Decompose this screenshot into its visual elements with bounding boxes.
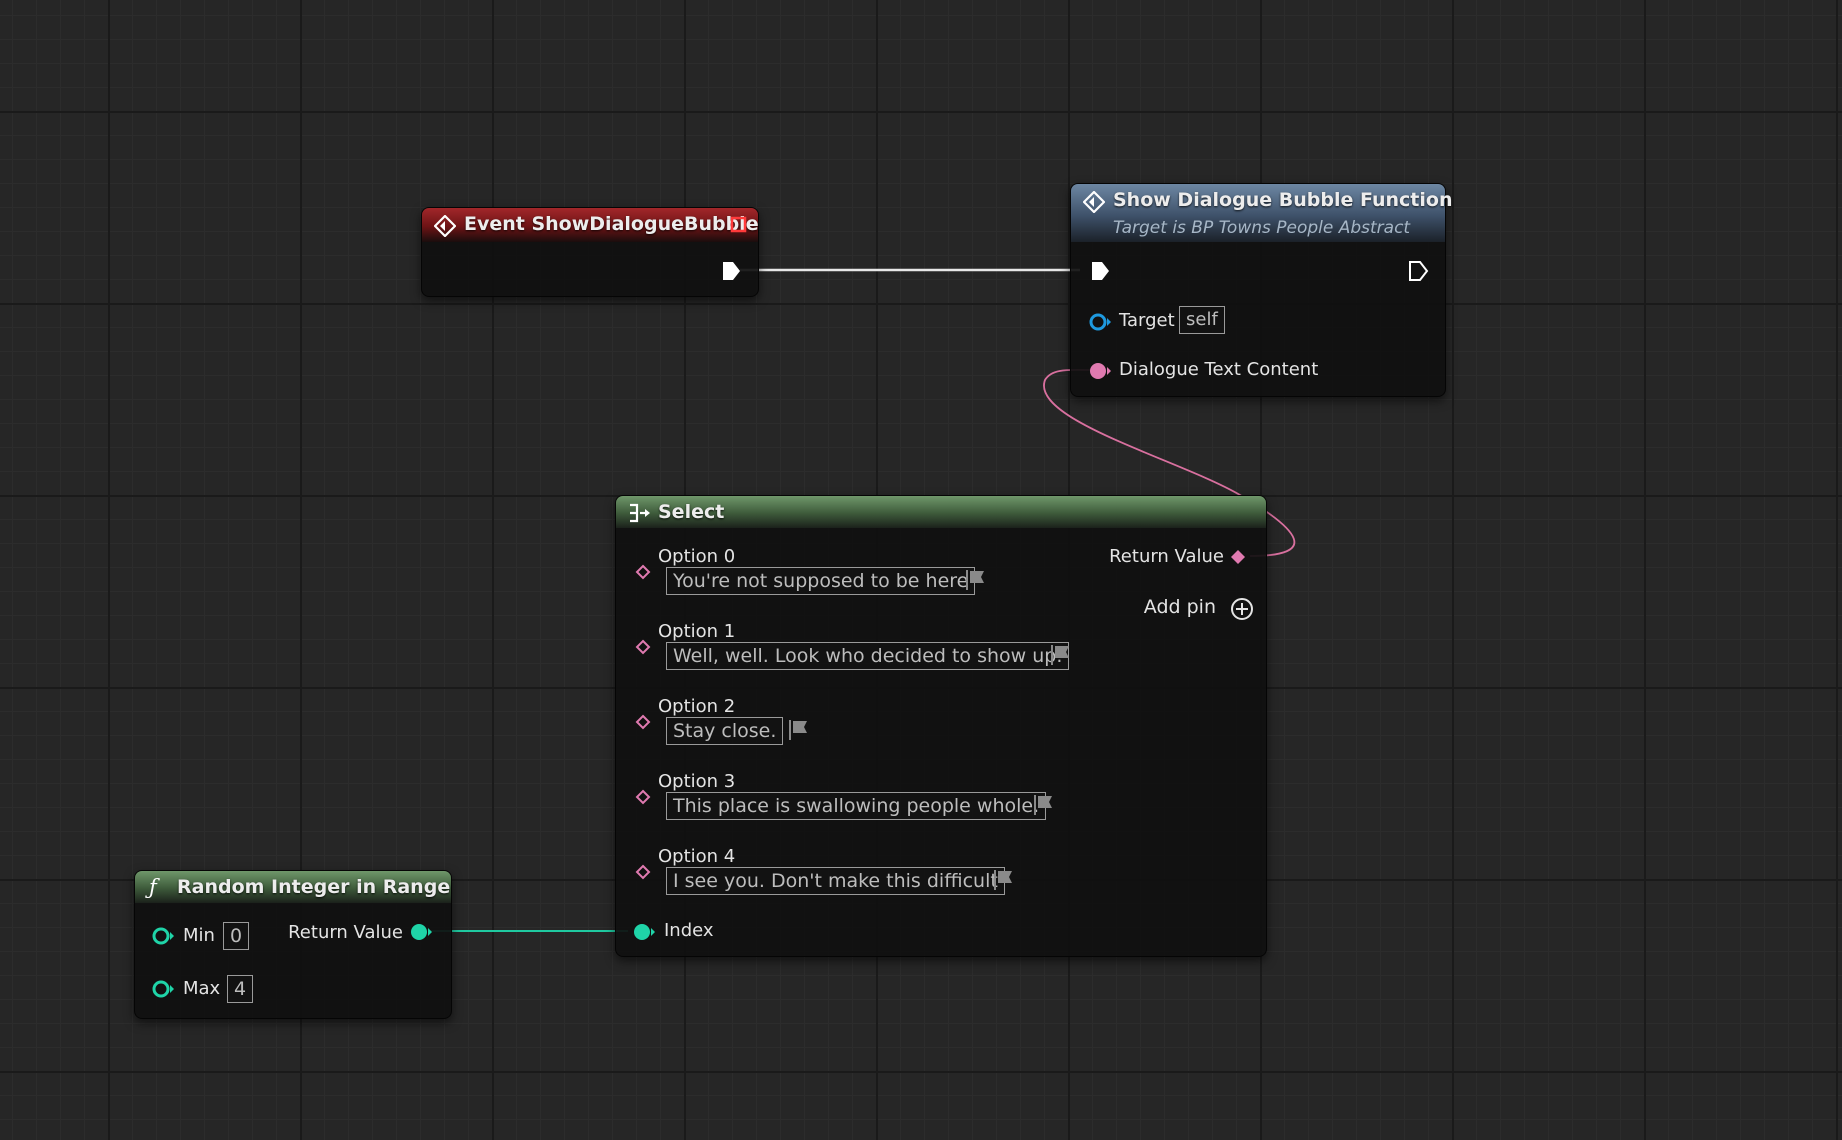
option-pin-icon[interactable] [635, 864, 651, 880]
option-label: Option 0 [658, 546, 736, 567]
max-pin-icon[interactable] [151, 979, 177, 999]
random-integer-title: Random Integer in Range [177, 876, 451, 898]
option-pin-icon[interactable] [635, 564, 651, 580]
select-option-2: Option 2 Stay close. [616, 696, 1266, 758]
localize-flag-icon[interactable] [1049, 644, 1071, 666]
function-node-header[interactable]: Show Dialogue Bubble Function Target is … [1071, 184, 1452, 242]
function-node[interactable]: Show Dialogue Bubble Function Target is … [1070, 183, 1452, 397]
localize-flag-icon[interactable] [964, 569, 986, 591]
option-label: Option 2 [658, 696, 736, 717]
select-node-title: Select [658, 501, 725, 523]
exec-out-pin-icon[interactable] [720, 260, 742, 282]
option-value-field[interactable]: I see you. Don't make this difficult [666, 867, 1005, 895]
random-integer-node[interactable]: ƒ Random Integer in Range Min 0 Return V… [134, 870, 452, 1019]
event-node-title: Event ShowDialogueBubble [464, 213, 759, 235]
option-label: Option 3 [658, 771, 736, 792]
option-pin-icon[interactable] [635, 714, 651, 730]
max-value-field[interactable]: 4 [227, 975, 254, 1003]
function-node-subtitle: Target is BP Towns People Abstract [1113, 218, 1411, 238]
localize-flag-icon[interactable] [1032, 794, 1054, 816]
option-label: Option 1 [658, 621, 736, 642]
random-integer-header[interactable]: ƒ Random Integer in Range [135, 871, 451, 903]
function-diamond-icon [1083, 191, 1105, 213]
localize-flag-icon[interactable] [992, 869, 1014, 891]
option-pin-icon[interactable] [635, 789, 651, 805]
select-node-header[interactable]: Select [616, 496, 1266, 528]
dialogue-text-pin-label: Dialogue Text Content [1119, 359, 1319, 380]
delegate-pin-icon[interactable] [730, 216, 748, 234]
target-pin-icon[interactable] [1089, 312, 1113, 332]
dialogue-text-pin-icon[interactable] [1089, 361, 1113, 381]
max-pin-label: Max [183, 978, 221, 999]
select-arrow-icon [630, 503, 650, 523]
event-diamond-icon [434, 215, 456, 237]
random-return-pin-icon[interactable] [409, 922, 435, 942]
blueprint-graph-canvas[interactable]: Event ShowDialogueBubble Show Dialogue B… [0, 0, 1842, 1140]
option-pin-icon[interactable] [635, 639, 651, 655]
target-pin-label: Target [1119, 310, 1175, 331]
min-value-field[interactable]: 0 [223, 922, 250, 950]
function-node-title: Show Dialogue Bubble Function [1113, 189, 1453, 211]
exec-out-pin-icon[interactable] [1407, 260, 1429, 282]
option-value-field[interactable]: This place is swallowing people whole. [666, 792, 1047, 820]
select-option-3: Option 3 This place is swallowing people… [616, 771, 1266, 833]
select-node[interactable]: Select Return Value Add pin Option 0 You… [615, 495, 1267, 957]
option-value-field[interactable]: Well, well. Look who decided to show up. [666, 642, 1070, 670]
random-return-label: Return Value [288, 922, 403, 943]
select-option-4: Option 4 I see you. Don't make this diff… [616, 846, 1266, 908]
min-pin-icon[interactable] [151, 926, 177, 946]
option-label: Option 4 [658, 846, 736, 867]
index-pin-icon[interactable] [632, 922, 658, 942]
select-option-1: Option 1 Well, well. Look who decided to… [616, 621, 1266, 683]
event-node[interactable]: Event ShowDialogueBubble [421, 207, 759, 297]
index-pin-label: Index [664, 920, 714, 941]
exec-in-pin-icon[interactable] [1089, 260, 1111, 282]
select-option-0: Option 0 You're not supposed to be here [616, 546, 1266, 608]
option-value-field[interactable]: You're not supposed to be here [666, 567, 976, 595]
function-f-icon: ƒ [149, 875, 157, 899]
localize-flag-icon[interactable] [787, 719, 809, 741]
target-value-field[interactable]: self [1179, 306, 1225, 334]
option-value-field[interactable]: Stay close. [666, 717, 784, 745]
min-pin-label: Min [183, 925, 215, 946]
event-node-header[interactable]: Event ShowDialogueBubble [422, 208, 759, 242]
